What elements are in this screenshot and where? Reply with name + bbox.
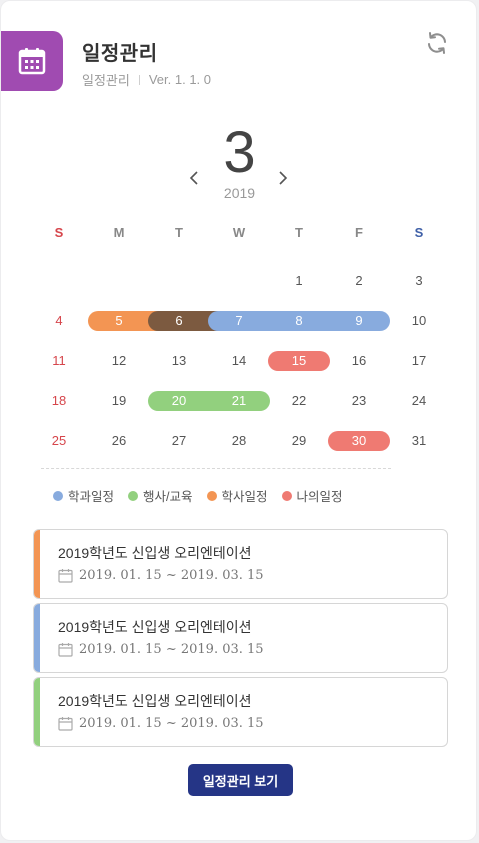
calendar-day[interactable]: 23 xyxy=(339,391,379,411)
calendar-day[interactable]: 3 xyxy=(399,271,439,291)
weekday-header: S xyxy=(54,225,64,240)
year-label: 2019 xyxy=(223,185,256,201)
calendar-day[interactable]: 27 xyxy=(159,431,199,451)
legend-item: 행사/교육 xyxy=(128,486,193,505)
calendar-day[interactable]: 25 xyxy=(39,431,79,451)
calendar-day[interactable]: 24 xyxy=(399,391,439,411)
refresh-button[interactable] xyxy=(425,31,449,55)
calendar-day[interactable]: 12 xyxy=(99,351,139,371)
calendar-day[interactable]: 14 xyxy=(219,351,259,371)
month-number: 3 xyxy=(223,120,256,185)
calendar-day[interactable]: 18 xyxy=(39,391,79,411)
calendar-day[interactable]: 22 xyxy=(279,391,319,411)
legend-item: 학사일정 xyxy=(206,486,268,505)
legend-dot xyxy=(281,490,292,501)
legend-label: 학사일정 xyxy=(221,490,268,504)
chevron-left-icon xyxy=(189,171,198,185)
weekday-header: W xyxy=(232,225,246,240)
legend-label: 행사/교육 xyxy=(143,490,193,504)
app-title: 일정관리 xyxy=(82,43,158,65)
calendar-day[interactable]: 17 xyxy=(399,351,439,371)
schedule-item[interactable]: 2019학년도 신입생 오리엔테이션 2019. 01. 15 ~ 2019. … xyxy=(33,677,448,747)
app-subtitle: 일정관리 Ver. 1. 1. 0 xyxy=(82,70,211,89)
subtitle-divider xyxy=(138,74,140,85)
schedule-date: 2019. 01. 15 ~ 2019. 03. 15 xyxy=(58,642,264,657)
calendar-day[interactable]: 28 xyxy=(219,431,259,451)
calendar-icon xyxy=(18,48,46,75)
schedule-date-text: 2019. 01. 15 ~ 2019. 03. 15 xyxy=(79,716,264,731)
calendar-day[interactable]: 21 xyxy=(219,391,259,411)
legend-label: 나의일정 xyxy=(296,490,343,504)
schedule-color-stripe xyxy=(34,604,40,672)
chevron-right-icon xyxy=(279,171,288,185)
weekday-header: T xyxy=(175,225,183,240)
calendar-day[interactable]: 31 xyxy=(399,431,439,451)
weekday-header: S xyxy=(414,225,424,240)
legend-item: 나의일정 xyxy=(281,486,343,505)
calendar-day[interactable]: 1 xyxy=(279,271,319,291)
calendar-day[interactable]: 11 xyxy=(39,351,79,371)
refresh-icon xyxy=(428,32,446,54)
weekday-header: F xyxy=(355,225,363,240)
schedule-item[interactable]: 2019학년도 신입생 오리엔테이션 2019. 01. 15 ~ 2019. … xyxy=(33,529,448,599)
calendar-day[interactable]: 16 xyxy=(339,351,379,371)
legend-dot xyxy=(128,490,139,501)
schedule-color-stripe xyxy=(34,530,40,598)
legend: 학과일정 행사/교육 학사일정 나의일정 xyxy=(53,486,357,505)
legend-label: 학과일정 xyxy=(68,490,115,504)
calendar-day[interactable]: 29 xyxy=(279,431,319,451)
version-label: Ver. 1. 1. 0 xyxy=(148,72,211,87)
prev-month-button[interactable] xyxy=(183,167,205,189)
calendar-day[interactable]: 8 xyxy=(279,311,319,331)
calendar-day[interactable]: 19 xyxy=(99,391,139,411)
schedule-date: 2019. 01. 15 ~ 2019. 03. 15 xyxy=(58,568,264,583)
calendar-day[interactable]: 7 xyxy=(219,311,259,331)
schedule-title: 2019학년도 신입생 오리엔테이션 xyxy=(58,693,252,709)
schedule-title: 2019학년도 신입생 오리엔테이션 xyxy=(58,619,252,635)
app-icon xyxy=(1,31,63,91)
calendar-small-icon xyxy=(58,569,73,583)
calendar-day[interactable]: 13 xyxy=(159,351,199,371)
legend-item: 학과일정 xyxy=(53,486,114,505)
schedule-date: 2019. 01. 15 ~ 2019. 03. 15 xyxy=(58,716,264,731)
calendar-small-icon xyxy=(58,643,73,657)
calendar-small-icon xyxy=(58,717,73,731)
calendar-day[interactable]: 20 xyxy=(159,391,199,411)
calendar-day[interactable]: 10 xyxy=(399,311,439,331)
schedule-title: 2019학년도 신입생 오리엔테이션 xyxy=(58,545,252,561)
subtitle-label: 일정관리 xyxy=(82,73,130,88)
calendar-day[interactable]: 30 xyxy=(339,431,379,451)
schedule-date-text: 2019. 01. 15 ~ 2019. 03. 15 xyxy=(79,642,264,657)
calendar-day[interactable]: 9 xyxy=(339,311,379,331)
calendar-day[interactable]: 4 xyxy=(39,311,79,331)
schedule-item[interactable]: 2019학년도 신입생 오리엔테이션 2019. 01. 15 ~ 2019. … xyxy=(33,603,448,673)
legend-dot xyxy=(53,490,63,501)
calendar-day[interactable]: 2 xyxy=(339,271,379,291)
schedule-widget: 일정관리 일정관리 Ver. 1. 1. 0 3 2019 SMTWTFS123… xyxy=(0,0,477,841)
next-month-button[interactable] xyxy=(272,167,294,189)
calendar-day[interactable]: 15 xyxy=(279,351,319,371)
schedule-color-stripe xyxy=(34,678,40,746)
view-schedule-button[interactable]: 일정관리 보기 xyxy=(188,764,293,796)
weekday-header: T xyxy=(295,225,303,240)
calendar-day[interactable]: 5 xyxy=(99,311,139,331)
weekday-header: M xyxy=(113,225,125,240)
calendar-day[interactable]: 6 xyxy=(159,311,199,331)
calendar-divider xyxy=(41,468,391,469)
calendar-day[interactable]: 26 xyxy=(99,431,139,451)
legend-dot xyxy=(206,490,217,501)
schedule-date-text: 2019. 01. 15 ~ 2019. 03. 15 xyxy=(79,568,264,583)
